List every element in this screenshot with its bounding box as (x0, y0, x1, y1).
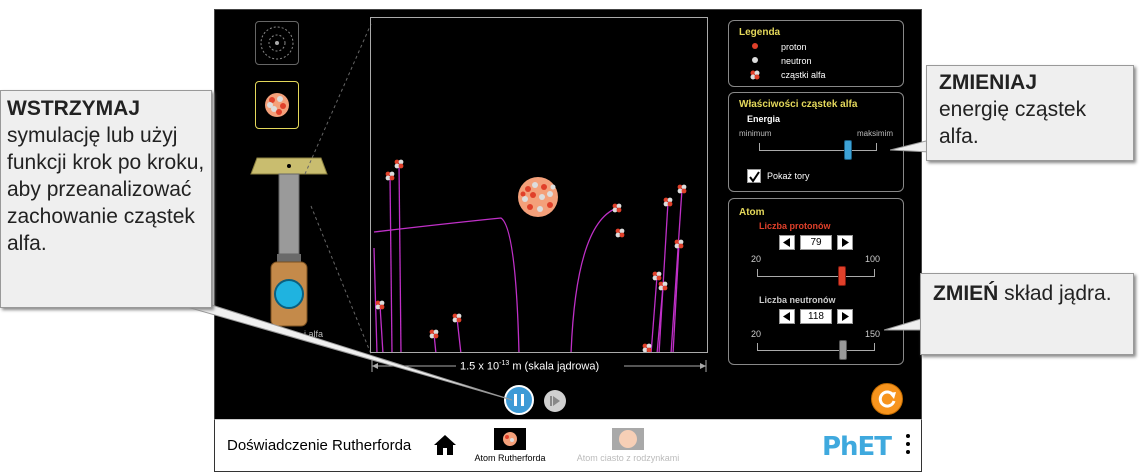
legend-alpha: cząstki alfa (781, 70, 826, 80)
pause-callout-title: WSTRZYMAJ (7, 97, 140, 120)
pause-callout-text: symulację lub użyj funkcji krok po kroku… (7, 124, 205, 255)
neutron-icon (752, 57, 758, 63)
nucleus-callout-text: skład jądra. (998, 282, 1112, 305)
nucleus-callout: ZMIEŃ skład jądra. (920, 273, 1134, 355)
step-icon (550, 396, 560, 406)
alpha-properties-title: Właściwości cząstek alfa (739, 99, 858, 110)
protons-min: 20 (751, 254, 762, 264)
plum-pudding-icon (619, 430, 637, 448)
legend-title: Legenda (739, 27, 781, 38)
reset-icon (878, 390, 896, 408)
nucleus (518, 177, 558, 217)
legend-panel: Legenda proton neutron cząstki alfa (728, 20, 904, 87)
sim-title: Doświadczenie Rutherforda (227, 437, 412, 454)
neutrons-slider-thumb[interactable] (839, 340, 847, 360)
arrow-right-icon (842, 312, 849, 321)
legend-neutron: neutron (781, 56, 812, 66)
screen-rutherford-atom[interactable]: Atom Rutherforda (455, 428, 565, 472)
neutrons-value[interactable]: 118 (800, 309, 832, 324)
alpha-properties-panel: Właściwości cząstek alfa Energia minimum… (728, 92, 904, 192)
nucleus-callout-title: ZMIEŃ (933, 282, 999, 305)
atom-view-thumb[interactable] (255, 21, 299, 65)
protons-decrement[interactable] (779, 235, 795, 250)
neutrons-slider-track[interactable] (757, 350, 875, 351)
legend-proton: proton (781, 42, 807, 52)
energy-slider-track[interactable] (759, 150, 877, 151)
neutrons-min: 20 (751, 329, 762, 339)
home-icon[interactable] (433, 434, 457, 456)
reset-all-button[interactable] (871, 383, 903, 415)
energy-callout-text: energię cząstek alfa. (939, 98, 1087, 148)
screen-label-plum: Atom ciasto z rodzynkami (576, 453, 680, 463)
arrow-left-icon (783, 312, 790, 321)
nucleus-icon (265, 93, 289, 117)
atom-panel: Atom Liczba protonów 79 20 100 Liczba ne… (728, 198, 904, 365)
checkmark-icon (749, 171, 760, 183)
atom-title: Atom (739, 207, 765, 218)
neutrons-label: Liczba neutronów (759, 295, 836, 305)
screen-plum-pudding[interactable]: Atom ciasto z rodzynkami (573, 428, 683, 472)
protons-label: Liczba protonów (759, 221, 831, 231)
protons-slider-thumb[interactable] (838, 266, 846, 286)
nucleus-view-thumb[interactable] (255, 81, 299, 129)
screen-thumb-plum (612, 428, 644, 450)
screen-thumb-rutherford (494, 428, 526, 450)
energy-callout-pointer (890, 140, 930, 153)
neutrons-decrement[interactable] (779, 309, 795, 324)
neutrons-increment[interactable] (837, 309, 853, 324)
protons-slider-track[interactable] (757, 276, 875, 277)
energy-slider-thumb[interactable] (843, 140, 852, 160)
protons-value[interactable]: 79 (800, 235, 832, 250)
energy-callout: ZMIENIAJ energię cząstek alfa. (926, 65, 1134, 161)
arrow-right-icon (842, 238, 849, 247)
show-traces-label: Pokaż tory (767, 171, 810, 181)
nucleus-icon (503, 432, 517, 446)
show-traces-checkbox[interactable] (747, 169, 761, 183)
step-button[interactable] (544, 390, 566, 412)
protons-increment[interactable] (837, 235, 853, 250)
screen-label-rutherford: Atom Rutherforda (474, 453, 546, 463)
arrow-left-icon (783, 238, 790, 247)
navigation-bar: Doświadczenie Rutherforda Atom Rutherfor… (214, 419, 922, 472)
pause-callout: WSTRZYMAJ symulację lub użyj funkcji kro… (0, 90, 212, 308)
energy-max-label: maksimim (857, 129, 893, 138)
nucleus-callout-pointer (884, 318, 924, 331)
energy-min-label: minimum (739, 129, 772, 138)
energy-label: Energia (747, 114, 781, 124)
menu-icon[interactable] (905, 434, 911, 458)
atom-outline-icon (260, 26, 294, 60)
neutrons-max: 150 (865, 329, 881, 339)
alpha-particle-icon (750, 70, 760, 80)
phet-logo[interactable]: PhET (822, 432, 892, 462)
energy-callout-title: ZMIENIAJ (939, 71, 1038, 94)
proton-icon (752, 43, 758, 49)
pause-callout-pointer (180, 300, 513, 401)
protons-max: 100 (865, 254, 881, 264)
